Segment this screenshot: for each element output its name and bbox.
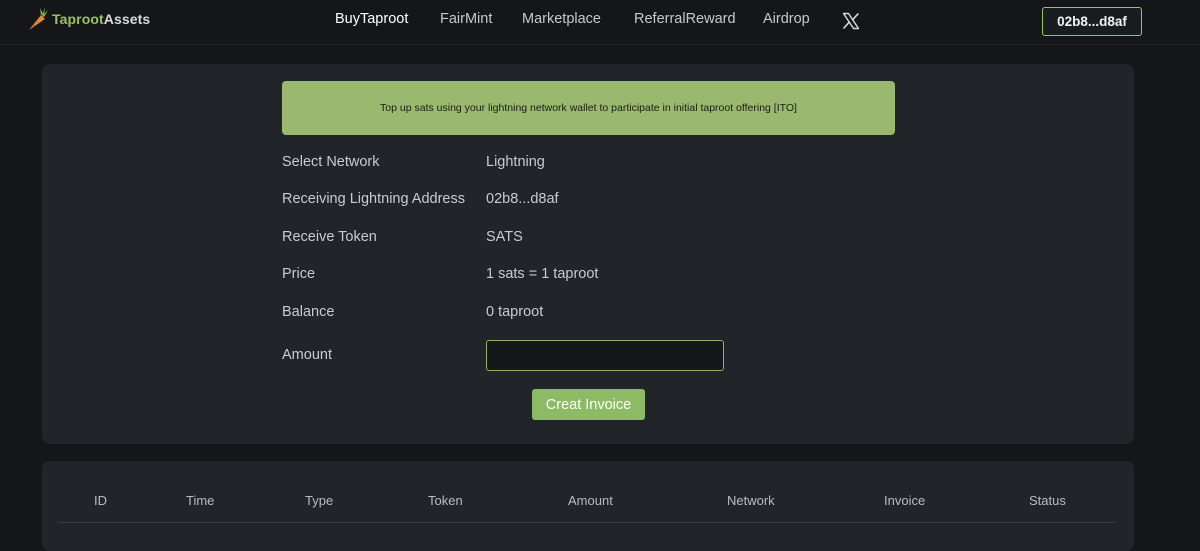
nav-buytaproot[interactable]: BuyTaproot: [335, 11, 408, 27]
column-header-amount: Amount: [568, 493, 613, 508]
info-banner: Top up sats using your lightning network…: [282, 81, 895, 135]
buy-taproot-card: Top up sats using your lightning network…: [42, 64, 1134, 444]
price-label: Price: [282, 266, 316, 282]
nav-referralreward[interactable]: ReferralReward: [634, 11, 736, 27]
nav-airdrop[interactable]: Airdrop: [763, 11, 810, 27]
amount-input[interactable]: [486, 340, 724, 371]
receiving-address-label: Receiving Lightning Address: [282, 191, 465, 207]
column-header-type: Type: [305, 493, 334, 508]
top-header: TaprootAssets BuyTaproot FairMint Market…: [0, 0, 1200, 45]
invoice-table: ID Time Type Token Amount Network Invoic…: [42, 461, 1134, 551]
column-header-token: Token: [428, 493, 463, 508]
receive-token-value: SATS: [486, 229, 523, 245]
column-header-id: ID: [94, 493, 107, 508]
balance-value: 0 taproot: [486, 304, 544, 320]
price-value: 1 sats = 1 taproot: [486, 266, 599, 282]
column-header-invoice: Invoice: [884, 493, 926, 508]
receive-token-label: Receive Token: [282, 229, 377, 245]
x-twitter-icon[interactable]: [842, 12, 860, 30]
create-invoice-button[interactable]: Creat Invoice: [532, 389, 645, 420]
column-header-time: Time: [186, 493, 215, 508]
nav-fairmint[interactable]: FairMint: [440, 11, 492, 27]
table-header-divider: [58, 522, 1116, 523]
receiving-address-value: 02b8...d8af: [486, 191, 559, 207]
balance-label: Balance: [282, 304, 335, 320]
nav-marketplace[interactable]: Marketplace: [522, 11, 601, 27]
amount-label: Amount: [282, 347, 332, 363]
main-nav: BuyTaproot FairMint Marketplace Referral…: [0, 11, 1200, 33]
column-header-status: Status: [1029, 493, 1066, 508]
wallet-address-button[interactable]: 02b8...d8af: [1042, 7, 1142, 36]
column-header-network: Network: [727, 493, 775, 508]
select-network-value: Lightning: [486, 154, 545, 170]
select-network-label: Select Network: [282, 154, 380, 170]
